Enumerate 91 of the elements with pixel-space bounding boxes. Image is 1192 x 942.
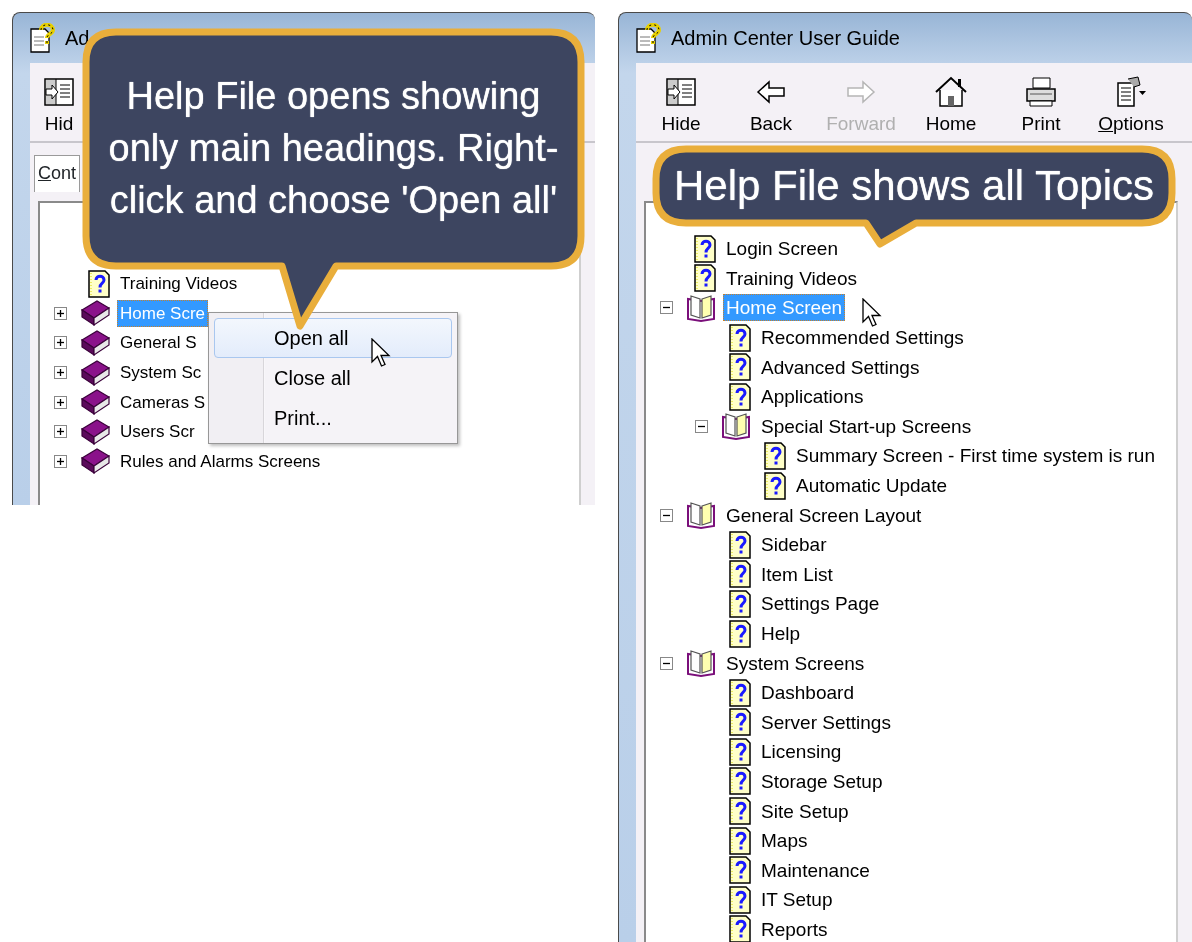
- toolbar-button[interactable]: Back: [726, 63, 816, 141]
- toolbar-button[interactable]: Print: [996, 63, 1086, 141]
- toolbar-button[interactable]: Home: [906, 63, 996, 141]
- toolbar-button[interactable]: Options: [1086, 63, 1176, 141]
- tree-item[interactable]: System Screens: [723, 649, 868, 677]
- document-icon: [1114, 75, 1148, 109]
- closed-book-icon: [80, 328, 110, 358]
- tree-item[interactable]: Sidebar: [758, 531, 830, 559]
- hide-pane-icon: [664, 75, 698, 109]
- help-page-icon: [729, 797, 751, 826]
- tree-item[interactable]: Item List: [758, 560, 836, 588]
- help-page-icon: [729, 589, 751, 618]
- tree-toggle[interactable]: [53, 366, 67, 380]
- window-title: Ad: [65, 26, 90, 51]
- tree-item[interactable]: Training Videos: [117, 270, 241, 298]
- mouse-pointer-icon: [371, 338, 391, 367]
- help-page-icon: [88, 269, 110, 298]
- tree-toggle[interactable]: [53, 454, 67, 468]
- tree-item[interactable]: Recommended Settings: [758, 324, 967, 352]
- help-page-icon: [729, 915, 751, 942]
- tree-item[interactable]: Users Scr: [117, 418, 198, 446]
- closed-book-icon: [80, 387, 110, 418]
- tree-item[interactable]: Maps: [758, 827, 811, 855]
- callout-text: Help File shows all Topics: [673, 161, 1155, 211]
- tree-toggle[interactable]: [53, 306, 67, 320]
- tree-toggle[interactable]: [53, 425, 67, 439]
- menu-item[interactable]: Print...: [214, 398, 452, 438]
- help-page-icon: [729, 885, 751, 914]
- tree-item[interactable]: Special Start-up Screens: [758, 412, 975, 440]
- help-page-icon: [729, 560, 751, 589]
- help-page-icon: [729, 619, 751, 648]
- tree-item[interactable]: Maintenance: [758, 856, 873, 884]
- tree-item[interactable]: Summary Screen - First time system is run: [793, 442, 1158, 470]
- tree-item[interactable]: IT Setup: [758, 886, 836, 914]
- tree-toggle[interactable]: [53, 395, 67, 409]
- tree-toggle[interactable]: [694, 419, 708, 433]
- closed-book-icon: [80, 446, 110, 477]
- tree-item[interactable]: Licensing: [758, 738, 845, 766]
- tree-item[interactable]: Reports: [758, 915, 831, 942]
- help-page-icon: [729, 826, 751, 855]
- open-book-icon: [686, 648, 716, 679]
- help-file-icon: [29, 23, 55, 53]
- window-title: Admin Center User Guide: [671, 26, 900, 51]
- tree-toggle[interactable]: [659, 301, 673, 315]
- open-book-icon: [686, 500, 716, 531]
- mouse-pointer-icon: [862, 298, 882, 327]
- tree-item[interactable]: Login Screen: [723, 235, 841, 263]
- help-page-icon: [729, 737, 751, 766]
- closed-book-icon: [80, 298, 110, 329]
- tree-item[interactable]: Help: [758, 620, 804, 647]
- printer-icon: [1024, 75, 1058, 109]
- open-book-icon: [686, 293, 716, 323]
- help-page-icon: [764, 471, 786, 500]
- tree-item[interactable]: General Screen Layout: [723, 501, 925, 529]
- tree-item[interactable]: General S: [117, 329, 200, 357]
- menu-item[interactable]: Close all: [214, 358, 452, 398]
- open-book-icon: [721, 411, 751, 442]
- tree-item[interactable]: Rules and Alarms Screens: [117, 447, 324, 475]
- tree-item[interactable]: Storage Setup: [758, 768, 886, 795]
- help-page-icon: [694, 264, 716, 293]
- toolbar-button[interactable]: Hid: [36, 63, 82, 141]
- tree-item[interactable]: Applications: [758, 383, 867, 411]
- tree-item[interactable]: Training Videos: [723, 264, 860, 292]
- help-page-icon: [694, 234, 716, 263]
- contents-tab[interactable]: Cont: [34, 155, 81, 192]
- tree-item[interactable]: Advanced Settings: [758, 353, 923, 381]
- help-file-icon: [635, 23, 661, 53]
- tree-toggle[interactable]: [659, 508, 673, 522]
- help-page-icon: [729, 678, 751, 707]
- toolbar-button[interactable]: Hide: [636, 63, 726, 141]
- help-page-icon: [729, 353, 751, 382]
- tree-toggle[interactable]: [659, 656, 673, 670]
- tree-item[interactable]: Settings Page: [758, 590, 883, 618]
- tree-item[interactable]: Automatic Update: [793, 472, 951, 500]
- hide-pane-icon: [42, 75, 76, 109]
- menu-item[interactable]: Open all: [214, 318, 452, 358]
- callout-text: Help File opens showing only main headings. Right-click and choose 'Open all': [108, 74, 559, 223]
- tree-item[interactable]: System Sc: [117, 359, 205, 387]
- help-page-icon: [729, 767, 751, 796]
- tree-item[interactable]: Cameras S: [117, 388, 209, 416]
- house-icon: [934, 75, 968, 109]
- tree-item[interactable]: Dashboard: [758, 679, 857, 707]
- help-page-icon: [764, 441, 786, 470]
- help-page-icon: [729, 382, 751, 411]
- help-page-icon: [729, 530, 751, 559]
- help-page-icon: [729, 856, 751, 885]
- help-page-icon: [729, 708, 751, 737]
- tree-item[interactable]: Server Settings: [758, 708, 894, 736]
- help-page-icon: [729, 323, 751, 352]
- tree-item[interactable]: Site Setup: [758, 797, 852, 825]
- tree-toggle[interactable]: [53, 336, 67, 350]
